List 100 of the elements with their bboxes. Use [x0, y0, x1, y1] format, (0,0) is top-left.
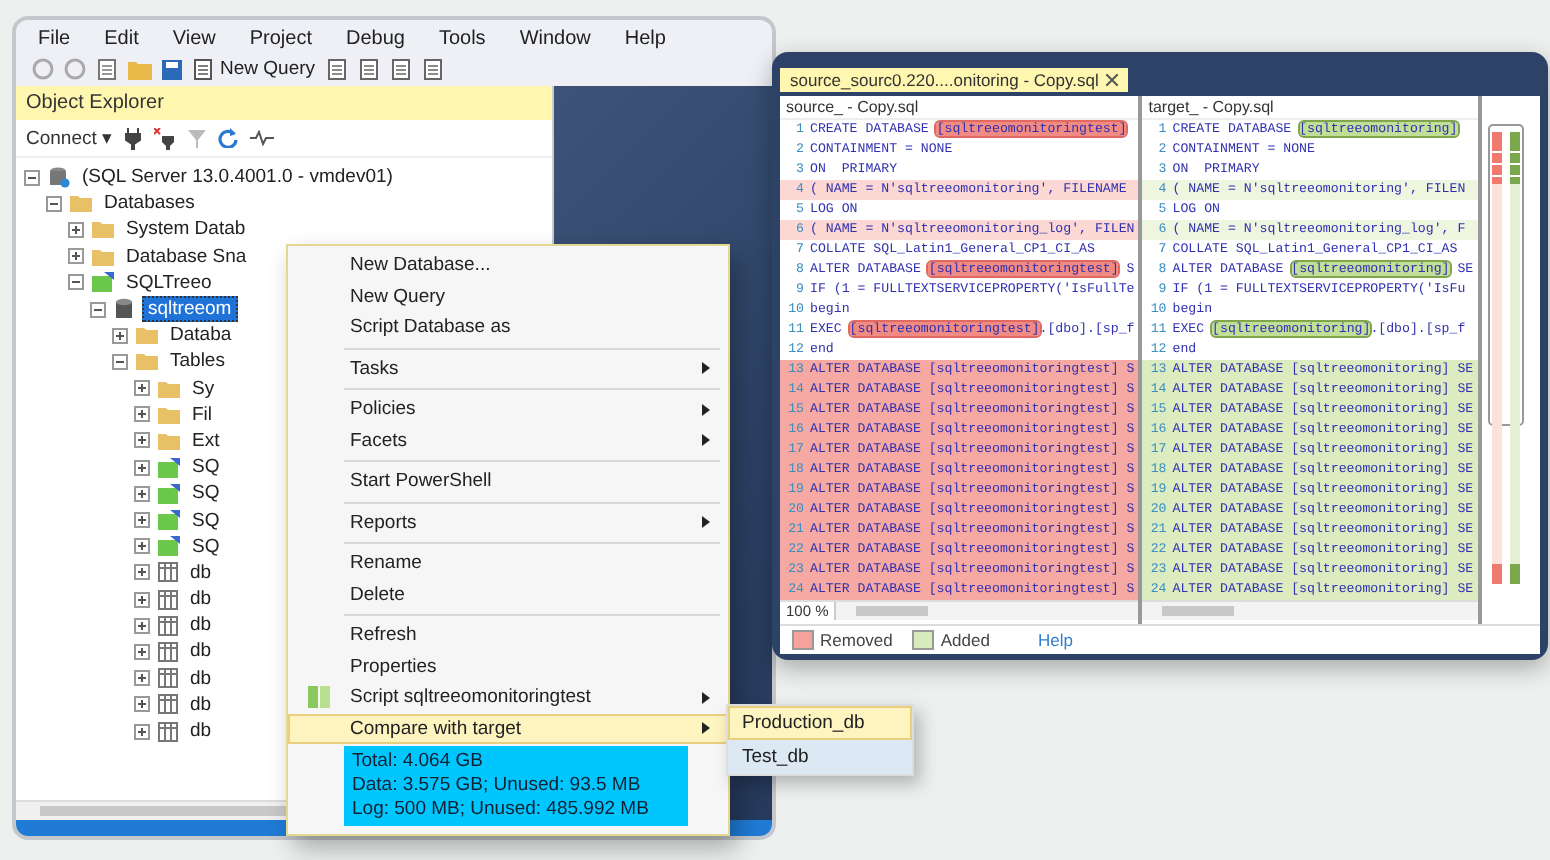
sql-object-icon — [92, 272, 114, 293]
document-icon[interactable] — [357, 58, 380, 80]
sql-object-icon — [158, 510, 180, 531]
expand-icon[interactable] — [134, 723, 150, 740]
menu-item[interactable]: Delete — [288, 579, 728, 610]
expand-icon[interactable] — [134, 564, 150, 581]
connect-button[interactable]: Connect ▾ — [26, 126, 113, 150]
tree-item[interactable]: SQ — [188, 456, 224, 479]
help-link[interactable]: Help — [1037, 630, 1073, 650]
menu-item[interactable]: Refresh — [288, 620, 728, 651]
tree-item[interactable]: db — [186, 667, 216, 690]
legend-label: Removed — [820, 630, 893, 650]
menu-item[interactable]: Project — [247, 28, 314, 50]
close-icon[interactable] — [1106, 74, 1119, 86]
tree-item[interactable]: sqltreeom — [142, 296, 238, 323]
tree-item[interactable]: (SQL Server 13.0.4001.0 - vmdev01) — [78, 166, 397, 189]
menu-item[interactable]: Edit — [102, 28, 141, 50]
expand-icon[interactable] — [134, 670, 150, 687]
folder-icon — [92, 220, 114, 239]
menu-item[interactable]: New Query — [288, 281, 728, 312]
tree-item[interactable]: Fil — [188, 403, 217, 426]
server-icon — [48, 166, 70, 189]
size-info-text: Total: 4.064 GB — [352, 750, 485, 774]
expand-icon[interactable] — [112, 327, 128, 344]
tree-item[interactable]: db — [186, 720, 216, 743]
document-tab[interactable]: source_sourc0.220....onitoring - Copy.sql — [780, 68, 1129, 92]
menu-item[interactable]: Rename — [288, 548, 728, 579]
collapse-icon[interactable] — [24, 169, 40, 186]
menu-item[interactable]: Policies — [288, 394, 728, 425]
tree-item[interactable]: System Datab — [122, 218, 250, 241]
new-file-icon[interactable] — [96, 58, 118, 80]
compare-icon — [307, 686, 329, 709]
collapse-icon[interactable] — [112, 353, 128, 370]
menu-item[interactable]: File — [36, 28, 73, 50]
menu-item[interactable]: Facets — [288, 425, 728, 456]
tree-item[interactable]: Tables — [166, 350, 229, 373]
menu-item[interactable]: Start PowerShell — [288, 466, 728, 497]
menu-item[interactable]: New Database... — [288, 250, 728, 281]
menu-item[interactable]: Reports — [288, 507, 728, 538]
expand-icon[interactable] — [68, 221, 84, 238]
tree-item[interactable]: Databa — [166, 324, 236, 347]
menu-item[interactable]: Properties — [288, 651, 728, 682]
collapse-icon[interactable] — [68, 274, 84, 291]
tree-item[interactable]: db — [186, 693, 216, 716]
sql-object-icon — [158, 483, 180, 504]
menu-item[interactable]: Tasks — [288, 353, 728, 384]
folder-icon — [136, 352, 158, 371]
tree-item[interactable]: SQ — [188, 509, 224, 532]
document-icon[interactable] — [192, 58, 214, 80]
disconnect-icon[interactable] — [154, 127, 177, 149]
save-icon[interactable] — [162, 59, 182, 79]
expand-icon[interactable] — [134, 459, 150, 476]
tree-item[interactable]: SQ — [188, 482, 224, 505]
menu-item[interactable]: Tools — [436, 28, 488, 50]
expand-icon[interactable] — [134, 406, 150, 423]
menu-item[interactable]: Script Database as — [288, 312, 728, 343]
expand-icon[interactable] — [134, 380, 150, 397]
table-icon — [158, 589, 178, 610]
expand-icon[interactable] — [134, 538, 150, 555]
expand-icon[interactable] — [134, 485, 150, 502]
document-icon[interactable] — [389, 58, 412, 80]
tree-item[interactable]: db — [186, 640, 216, 663]
menu-item[interactable]: View — [170, 28, 218, 50]
tree-item[interactable]: db — [186, 561, 216, 584]
tree-item[interactable]: SQ — [188, 535, 224, 558]
new-query-button[interactable]: New Query — [192, 58, 316, 80]
refresh-icon[interactable] — [218, 128, 239, 148]
menu-item[interactable]: Debug — [343, 28, 407, 50]
expand-icon[interactable] — [68, 248, 84, 265]
expand-icon[interactable] — [134, 432, 150, 449]
menu-item[interactable]: Help — [622, 28, 668, 50]
tree-item[interactable]: db — [186, 588, 216, 611]
collapse-icon[interactable] — [46, 195, 62, 212]
tree-item[interactable]: Ext — [188, 429, 224, 452]
expand-icon[interactable] — [134, 512, 150, 529]
expand-icon[interactable] — [134, 591, 150, 608]
submenu-arrow-icon — [702, 434, 710, 447]
document-icon[interactable] — [325, 58, 348, 80]
tree-item[interactable]: SQLTreeo — [122, 271, 216, 294]
folder-icon — [136, 326, 158, 345]
menu-item[interactable]: Production_db — [728, 706, 912, 740]
tree-item[interactable]: db — [186, 614, 216, 637]
folder-icon — [158, 431, 180, 450]
tree-item[interactable]: Database Sna — [122, 245, 251, 268]
menu-item[interactable]: Compare with target — [288, 713, 728, 744]
tree-item[interactable]: Databases — [100, 192, 199, 215]
menu-item[interactable]: Test_db — [728, 740, 912, 774]
menu-item[interactable]: Script sqltreeomonitoringtest — [288, 682, 728, 713]
menu-item[interactable]: Window — [517, 28, 593, 50]
submenu-arrow-icon — [702, 362, 710, 375]
expand-icon[interactable] — [134, 643, 150, 660]
document-icon[interactable] — [421, 58, 444, 80]
expand-icon[interactable] — [134, 617, 150, 634]
panel-title: Object Explorer — [16, 86, 552, 120]
tree-item[interactable]: Sy — [188, 377, 219, 400]
plug-icon[interactable] — [124, 127, 143, 149]
table-icon — [158, 615, 178, 636]
activity-icon[interactable] — [250, 130, 275, 146]
collapse-icon[interactable] — [90, 301, 106, 318]
expand-icon[interactable] — [134, 696, 150, 713]
